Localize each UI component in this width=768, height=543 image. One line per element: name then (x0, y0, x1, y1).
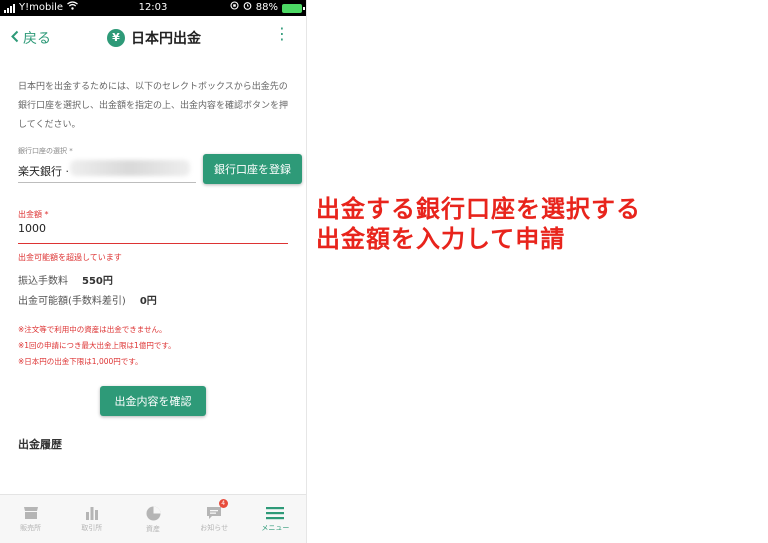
transfer-fee-row: 振込手数料 550円 (18, 272, 113, 287)
status-bar: Y!mobile 12:03 88% (0, 0, 306, 16)
orientation-lock-icon (230, 0, 239, 16)
store-icon (23, 507, 38, 519)
bank-select-label: 銀行口座の選択 * (18, 147, 73, 155)
note-item: ※注文等で利用中の資産は出金できません。 (18, 325, 167, 334)
annotation-line-2: 出金額を入力して申請 (316, 225, 566, 253)
tab-exchange[interactable]: 取引所 (61, 495, 122, 543)
transfer-fee-label: 振込手数料 (18, 276, 68, 287)
hamburger-icon (266, 507, 285, 520)
note-item: ※1回の申請につき最大出金上限は1億円です。 (18, 341, 176, 350)
tab-label: 取引所 (81, 524, 103, 532)
tab-menu[interactable]: メニュー (245, 495, 306, 543)
tab-label: 販売所 (20, 524, 42, 532)
bottom-tab-bar: 販売所 取引所 資産 4 お知らせ メニュー (0, 494, 306, 543)
bank-select-value: 楽天銀行 · (18, 165, 69, 178)
tab-label: 資産 (146, 524, 160, 533)
tab-assets[interactable]: 資産 (122, 495, 183, 543)
amount-input[interactable] (18, 222, 286, 235)
chevron-left-icon (10, 30, 19, 47)
available-amount-label: 出金可能額(手数料差引) (18, 296, 126, 307)
instructions-text: 日本円を出金するためには、以下のセレクトボックスから出金先の銀行口座を選択し、出… (18, 82, 289, 130)
bank-select-underline (18, 182, 196, 183)
amount-label: 出金額 * (18, 210, 49, 219)
amount-input-error-underline (18, 243, 288, 244)
battery-percent: 88% (255, 2, 278, 13)
note-item: ※日本円の出金下限は1,000円です。 (18, 357, 143, 366)
masked-account-number (70, 160, 190, 176)
back-label: 戻る (23, 31, 51, 47)
battery-icon (282, 3, 305, 13)
amount-error-message: 出金可能額を超過しています (18, 253, 122, 262)
available-amount-value: 0円 (139, 296, 157, 307)
page-title-text: 日本円出金 (131, 31, 201, 47)
more-menu-icon[interactable]: ⋮ (274, 26, 290, 42)
tab-notifications[interactable]: 4 お知らせ (184, 495, 245, 543)
app-header: 戻る ¥ 日本円出金 ⋮ (0, 16, 306, 60)
annotation-line-1: 出金する銀行口座を選択する (316, 195, 641, 223)
register-bank-account-button[interactable]: 銀行口座を登録 (203, 154, 302, 184)
bar-chart-icon (85, 507, 98, 520)
annotation-caption: 出金する銀行口座を選択する 出金額を入力して申請 (316, 194, 641, 254)
page-title: ¥ 日本円出金 (107, 28, 201, 48)
transfer-fee-value: 550円 (82, 276, 113, 287)
confirm-withdrawal-button[interactable]: 出金内容を確認 (100, 386, 206, 416)
notification-badge: 4 (218, 499, 228, 508)
withdrawal-history-title: 出金履歴 (18, 438, 62, 451)
message-icon (207, 507, 222, 519)
alarm-icon (243, 0, 252, 16)
available-amount-row: 出金可能額(手数料差引) 0円 (18, 292, 157, 307)
tab-label: お知らせ (200, 524, 229, 532)
tab-label: メニュー (261, 524, 290, 532)
yen-icon: ¥ (107, 29, 125, 47)
tab-sales-office[interactable]: 販売所 (0, 495, 61, 543)
back-button[interactable]: 戻る (10, 28, 51, 48)
pie-chart-icon (146, 506, 160, 520)
phone-screen: Y!mobile 12:03 88% 戻る ¥ 日本円出金 ⋮ 日本円を出金する… (0, 0, 307, 543)
